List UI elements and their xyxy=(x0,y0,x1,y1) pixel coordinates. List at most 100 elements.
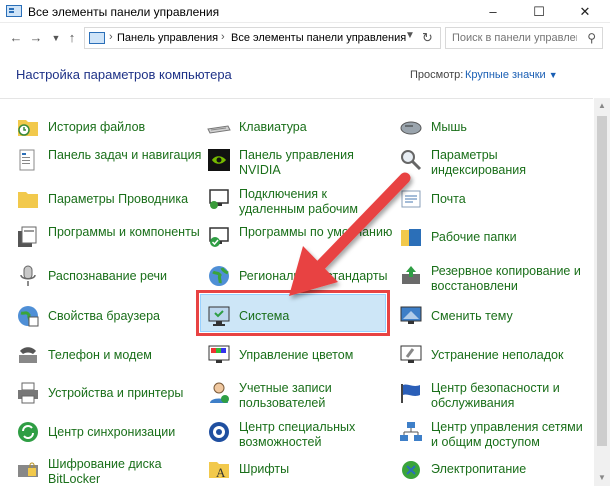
item-programs[interactable]: Программы и компоненты xyxy=(16,223,201,259)
item-speech-recognition[interactable]: Распознавание речи xyxy=(16,262,201,298)
power-icon xyxy=(402,461,420,479)
item-power[interactable]: Электропитание xyxy=(399,455,584,486)
search-input[interactable] xyxy=(452,31,577,45)
item-label: Программы по умолчанию xyxy=(239,225,393,239)
scrollbar-thumb[interactable] xyxy=(597,116,607,446)
close-button[interactable]: ✕ xyxy=(562,0,608,23)
search-icon[interactable]: ⚲ xyxy=(587,31,596,45)
bitlocker-icon xyxy=(18,462,38,477)
minimize-button[interactable]: – xyxy=(470,0,516,23)
item-label: Распознавание речи xyxy=(48,269,168,283)
item-troubleshooting[interactable]: Устранение неполадок xyxy=(399,341,584,377)
item-indexing[interactable]: Параметры индексирования xyxy=(399,146,584,182)
breadcrumb-separator-icon[interactable]: › xyxy=(221,31,225,43)
phone-modem-icon xyxy=(19,347,37,363)
item-file-history[interactable]: История файлов xyxy=(16,113,201,149)
backup-icon xyxy=(402,266,420,284)
item-bitlocker[interactable]: Шифрование диска BitLocker xyxy=(16,455,201,486)
item-devices-printers[interactable]: Устройства и принтеры xyxy=(16,379,201,415)
item-label: Почта xyxy=(431,192,466,206)
item-work-folders[interactable]: Рабочие папки xyxy=(399,223,584,259)
scroll-up-icon[interactable]: ▲ xyxy=(594,98,610,114)
item-network-center[interactable]: Центр управления сетями и общим доступом xyxy=(399,418,584,454)
color-management-icon xyxy=(208,345,230,363)
item-phone-modem[interactable]: Телефон и модем xyxy=(16,341,201,377)
item-color-management[interactable]: Управление цветом xyxy=(207,341,392,377)
maximize-button[interactable]: ☐ xyxy=(516,0,562,23)
folder-options-icon xyxy=(18,192,38,208)
item-folder-options[interactable]: Параметры Проводника xyxy=(16,185,201,221)
internet-options-icon xyxy=(18,306,39,327)
window-title: Все элементы панели управления xyxy=(28,5,220,19)
printer-icon xyxy=(18,382,38,404)
accessibility-icon xyxy=(209,422,229,442)
view-mode-value: Крупные значки xyxy=(465,69,546,81)
item-mouse[interactable]: Мышь xyxy=(399,113,584,149)
control-panel-icon xyxy=(89,32,105,44)
item-label: Параметры Проводника xyxy=(48,192,189,206)
refresh-icon[interactable]: ↻ xyxy=(422,30,433,46)
item-label: Панель управления NVIDIA xyxy=(239,148,354,177)
item-label: Параметры индексирования xyxy=(431,148,526,177)
control-panel-icon xyxy=(6,5,22,17)
item-user-accounts[interactable]: Учетные записи пользователей xyxy=(207,379,392,415)
page-title: Настройка параметров компьютера xyxy=(16,67,232,82)
item-security-maintenance[interactable]: Центр безопасности и обслуживания xyxy=(399,379,584,415)
address-bar[interactable]: › Панель управления › Все элементы панел… xyxy=(84,27,441,49)
item-internet-options[interactable]: Свойства браузера xyxy=(16,302,201,338)
item-nvidia[interactable]: Панель управления NVIDIA xyxy=(207,146,392,182)
fonts-icon: A xyxy=(209,462,229,480)
item-change-theme[interactable]: Сменить тему xyxy=(399,302,584,338)
item-label: Сменить тему xyxy=(431,309,513,323)
item-label: Телефон и модем xyxy=(48,348,152,362)
item-label: Подключения к удаленным рабочим xyxy=(239,187,359,216)
microphone-icon xyxy=(20,265,36,286)
mail-icon xyxy=(401,190,421,208)
item-taskbar[interactable]: Панель задач и навигация xyxy=(16,146,201,182)
breadcrumb-separator-icon[interactable]: › xyxy=(109,31,113,43)
up-arrow-icon[interactable]: ↑ xyxy=(64,29,80,47)
theme-icon xyxy=(400,306,422,324)
item-accessibility[interactable]: Центр специальных возможностей xyxy=(207,418,392,454)
forward-arrow-icon[interactable]: → xyxy=(28,29,44,47)
indexing-icon xyxy=(401,150,422,171)
item-label: Управление цветом xyxy=(239,348,354,362)
region-icon xyxy=(209,266,229,286)
item-fonts[interactable]: A Шрифты xyxy=(207,455,392,486)
item-label: Мышь xyxy=(431,120,467,134)
breadcrumb-control-panel[interactable]: Панель управления xyxy=(117,32,218,44)
nvidia-icon xyxy=(208,149,230,171)
item-label: Шифрование диска BitLocker xyxy=(48,457,162,486)
item-label: История файлов xyxy=(48,120,146,134)
item-label: Центр управления сетями и общим доступом xyxy=(431,420,583,449)
svg-text:A: A xyxy=(216,465,226,480)
item-label: Свойства браузера xyxy=(48,309,160,323)
item-label: Региональные стандарты xyxy=(239,269,388,283)
remote-desktop-icon xyxy=(209,189,229,209)
back-arrow-icon[interactable]: ← xyxy=(8,29,24,47)
breadcrumb-all-items[interactable]: Все элементы панели управления xyxy=(231,32,406,44)
item-sync-center[interactable]: Центр синхронизации xyxy=(16,418,201,454)
scroll-down-icon[interactable]: ▼ xyxy=(594,470,610,486)
item-mail[interactable]: Почта xyxy=(399,185,584,221)
address-dropdown-icon[interactable]: ▼ xyxy=(405,30,415,41)
default-programs-icon xyxy=(209,227,229,247)
item-label: Шрифты xyxy=(239,462,290,476)
keyboard-icon xyxy=(207,125,231,134)
item-label: Панель задач и навигация xyxy=(48,148,202,162)
work-folders-icon xyxy=(401,229,421,246)
item-label: Программы и компоненты xyxy=(48,225,200,239)
security-flag-icon xyxy=(401,384,420,403)
mouse-icon xyxy=(400,121,422,135)
item-keyboard[interactable]: Клавиатура xyxy=(207,113,392,149)
item-label: Центр специальных возможностей xyxy=(239,420,356,449)
item-backup[interactable]: Резервное копирование и восстановлени xyxy=(399,262,584,298)
view-mode-select[interactable]: Крупные значки ▼ xyxy=(465,69,558,81)
item-remote-desktop[interactable]: Подключения к удаленным рабочим xyxy=(207,185,392,221)
recent-locations-icon[interactable]: ▼ xyxy=(48,29,64,47)
item-default-programs[interactable]: Программы по умолчанию xyxy=(207,223,392,259)
search-box[interactable]: ⚲ xyxy=(445,27,603,49)
item-label: Устранение неполадок xyxy=(431,348,564,362)
troubleshooting-icon xyxy=(400,345,422,363)
item-label: Учетные записи пользователей xyxy=(239,381,332,410)
